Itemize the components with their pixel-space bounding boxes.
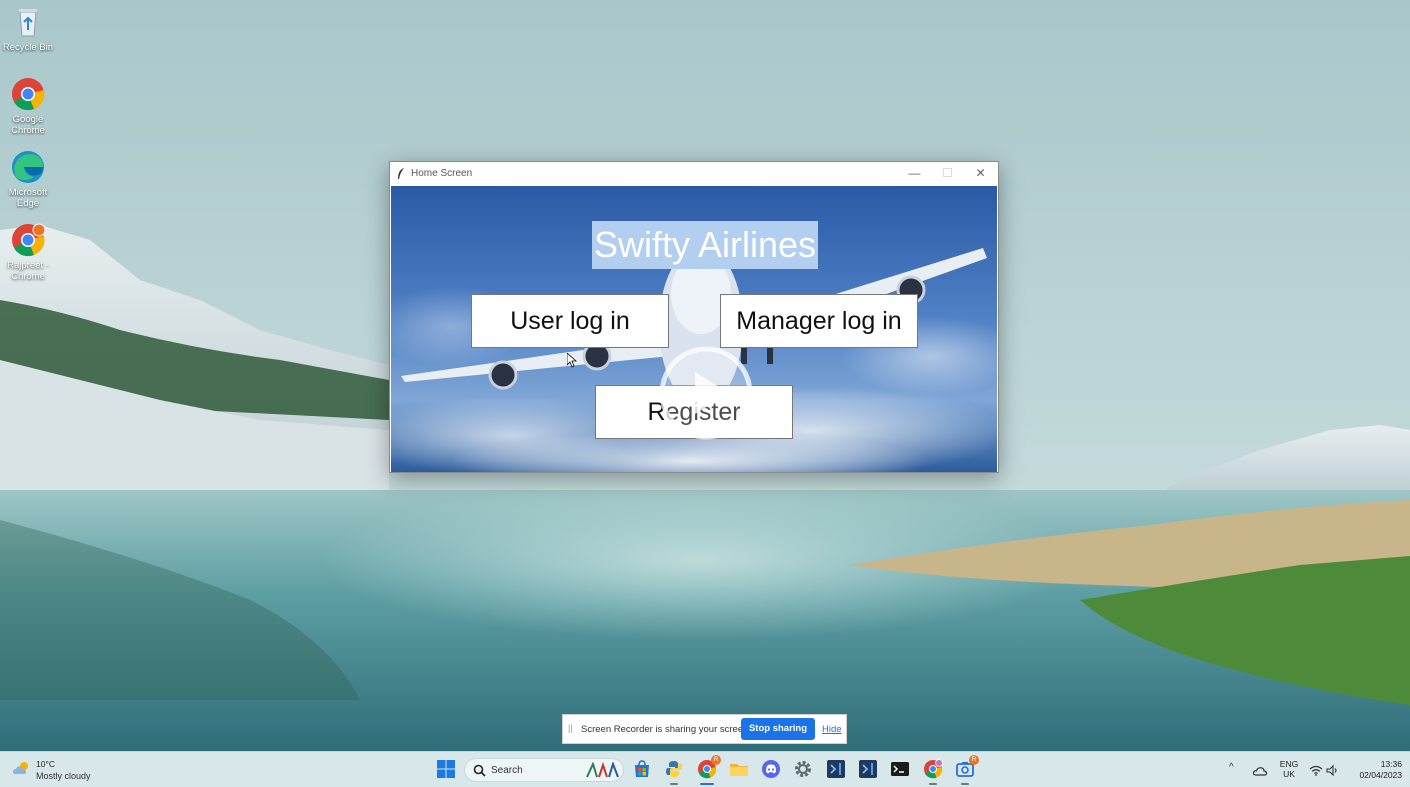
desktop-icon-google-chrome[interactable]: Google Chrome	[0, 76, 56, 136]
search-icon	[473, 764, 486, 782]
screen-share-notification: || Screen Recorder is sharing your scree…	[562, 714, 847, 744]
wifi-icon[interactable]	[1309, 763, 1323, 781]
weather-temperature: 10°C	[36, 759, 55, 769]
running-indicator	[961, 783, 969, 785]
title-bar[interactable]: Home Screen — ☐ ✕	[390, 162, 998, 186]
taskbar-vscode-2[interactable]	[855, 757, 881, 783]
running-indicator	[929, 783, 937, 785]
windows-icon	[437, 760, 455, 778]
desktop-icon-rajpreet-chrome[interactable]: Rajpreet - Chrome	[0, 222, 56, 282]
chrome-icon	[10, 76, 46, 112]
clock[interactable]: 13:36 02/04/2023	[1346, 759, 1402, 781]
chrome-profile-icon	[924, 759, 943, 779]
manager-login-button[interactable]: Manager log in	[720, 294, 918, 348]
edge-icon	[10, 149, 46, 185]
hide-link[interactable]: Hide	[822, 724, 842, 735]
tk-feather-icon	[396, 167, 406, 183]
store-icon	[635, 760, 649, 777]
language-indicator[interactable]: ENG UK	[1276, 759, 1302, 779]
taskbar-discord[interactable]	[758, 757, 784, 783]
maximize-button[interactable]: ☐	[931, 162, 964, 186]
mouse-pointer-icon	[567, 353, 577, 368]
discord-icon	[762, 760, 780, 778]
terminal-icon	[891, 762, 909, 776]
taskbar-screen-recorder[interactable]: R	[952, 755, 979, 785]
taskbar-store[interactable]	[629, 757, 655, 783]
taskbar-file-explorer[interactable]	[726, 757, 752, 783]
drag-handle-icon[interactable]: ||	[568, 723, 573, 733]
active-indicator	[700, 783, 714, 785]
python-icon	[666, 761, 682, 777]
code-editor-icon	[859, 760, 877, 778]
notification-badge: R	[969, 755, 979, 765]
taskbar-search-box[interactable]: Search	[464, 758, 624, 782]
weather-condition: Mostly cloudy	[36, 771, 91, 781]
register-button[interactable]: Register	[595, 385, 793, 439]
home-screen-window: Home Screen — ☐ ✕ Swifty Airlines User l…	[389, 161, 999, 473]
search-highlight-art-icon	[585, 760, 621, 784]
recycle-bin-icon	[10, 4, 46, 40]
search-placeholder: Search	[491, 765, 523, 776]
user-login-button[interactable]: User log in	[471, 294, 669, 348]
start-button[interactable]	[433, 757, 459, 783]
clock-time: 13:36	[1380, 759, 1402, 769]
desktop-icon-recycle-bin[interactable]: Recycle Bin	[0, 4, 56, 53]
chrome-profile-icon	[10, 222, 46, 258]
taskbar-chrome-profile[interactable]	[920, 757, 946, 785]
stop-sharing-button[interactable]: Stop sharing	[741, 718, 815, 740]
window-title: Home Screen	[411, 168, 473, 179]
taskbar-vscode-1[interactable]	[823, 757, 849, 783]
taskbar-settings[interactable]	[790, 757, 816, 783]
onedrive-cloud-icon[interactable]	[1252, 763, 1268, 781]
volume-icon[interactable]	[1326, 763, 1340, 781]
minimize-button[interactable]: —	[898, 162, 931, 186]
folder-icon	[730, 764, 748, 776]
taskbar-chrome[interactable]: R	[694, 755, 721, 785]
close-button[interactable]: ✕	[964, 162, 997, 186]
show-hidden-icons-chevron-icon[interactable]: ^	[1229, 762, 1234, 773]
app-title-heading: Swifty Airlines	[592, 221, 818, 269]
share-message: Screen Recorder is sharing your screen.	[581, 724, 752, 735]
app-canvas: Swifty Airlines User log in Manager log …	[391, 186, 997, 472]
taskbar-python[interactable]	[661, 757, 687, 785]
taskbar: 10°C Mostly cloudy Search R R ^ ENG UK 1…	[0, 751, 1410, 787]
code-editor-icon	[827, 760, 845, 778]
taskbar-terminal[interactable]	[887, 757, 913, 783]
cloud-sun-icon	[12, 760, 32, 781]
gear-icon	[795, 761, 811, 777]
running-indicator	[670, 783, 678, 785]
clock-date: 02/04/2023	[1359, 770, 1402, 780]
desktop-icon-microsoft-edge[interactable]: Microsoft Edge	[0, 149, 56, 209]
notification-badge: R	[711, 755, 721, 765]
